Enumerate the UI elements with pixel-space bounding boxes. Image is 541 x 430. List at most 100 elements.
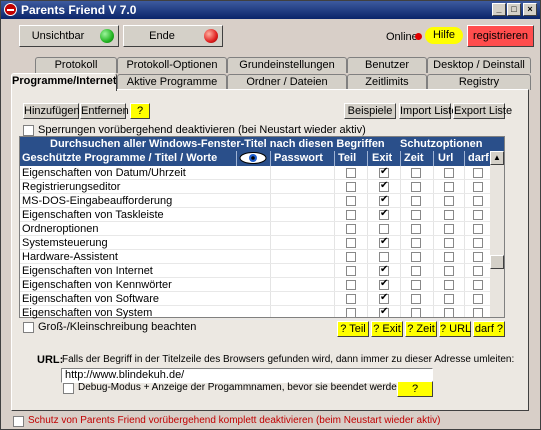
tab-protokoll-optionen[interactable]: Protokoll-Optionen (117, 57, 227, 73)
row-teil-checkbox[interactable] (346, 238, 356, 248)
help-darf-button[interactable]: darf ? (473, 321, 505, 337)
table-row[interactable]: Eigenschaften von Internet (20, 264, 490, 278)
row-url-checkbox[interactable] (444, 224, 454, 234)
column-header-teil[interactable]: Teil (338, 152, 356, 164)
schutz-deaktivieren-checkbox[interactable] (13, 416, 24, 427)
scroll-thumb[interactable] (490, 255, 504, 269)
row-url-checkbox[interactable] (444, 252, 454, 262)
row-zeit-checkbox[interactable] (411, 224, 421, 234)
row-zeit-checkbox[interactable] (411, 210, 421, 220)
help-url-button[interactable]: ? URL (439, 321, 471, 337)
column-header-darf[interactable]: darf (468, 152, 489, 164)
hilfe-button[interactable]: Hilfe (425, 27, 463, 44)
row-url-checkbox[interactable] (444, 168, 454, 178)
row-url-checkbox[interactable] (444, 196, 454, 206)
row-exit-checkbox[interactable] (379, 194, 389, 206)
row-zeit-checkbox[interactable] (411, 182, 421, 192)
column-header-exit[interactable]: Exit (372, 152, 392, 164)
tab-ordner-dateien[interactable]: Ordner / Dateien (227, 74, 347, 90)
table-row[interactable]: Eigenschaften von Software (20, 292, 490, 306)
tab-programme-internet[interactable]: Programme/Internet (11, 73, 117, 91)
table-row[interactable]: MS-DOS-Eingabeaufforderung (20, 194, 490, 208)
row-darf-checkbox[interactable] (473, 224, 483, 234)
row-teil-checkbox[interactable] (346, 168, 356, 178)
ende-button[interactable]: Ende (123, 25, 223, 47)
column-header-zeit[interactable]: Zeit (404, 152, 424, 164)
row-zeit-checkbox[interactable] (411, 196, 421, 206)
row-teil-checkbox[interactable] (346, 224, 356, 234)
tab-protokoll[interactable]: Protokoll (35, 57, 117, 73)
row-darf-checkbox[interactable] (473, 182, 483, 192)
gross-klein-checkbox[interactable] (23, 322, 34, 333)
row-teil-checkbox[interactable] (346, 294, 356, 304)
row-url-checkbox[interactable] (444, 210, 454, 220)
beispiele-button[interactable]: Beispiele (344, 103, 396, 119)
column-header-passwort[interactable]: Passwort (274, 152, 323, 164)
row-exit-checkbox[interactable] (379, 292, 389, 304)
entfernen-button[interactable]: Entfernen (80, 103, 129, 119)
row-darf-checkbox[interactable] (473, 168, 483, 178)
table-row[interactable]: Hardware-Assistent (20, 250, 490, 264)
tab-benutzer[interactable]: Benutzer (347, 57, 427, 73)
row-exit-checkbox[interactable] (379, 278, 389, 290)
row-exit-checkbox[interactable] (379, 236, 389, 248)
table-row[interactable]: Registrierungseditor (20, 180, 490, 194)
help-exit-button[interactable]: ? Exit (371, 321, 403, 337)
help-zeit-button[interactable]: ? Zeit (405, 321, 437, 337)
row-exit-checkbox[interactable] (379, 306, 389, 318)
registrieren-button[interactable]: registrieren (467, 25, 534, 47)
table-row[interactable]: Eigenschaften von System (20, 306, 490, 320)
row-zeit-checkbox[interactable] (411, 238, 421, 248)
row-url-checkbox[interactable] (444, 308, 454, 318)
table-row[interactable]: Eigenschaften von Datum/Uhrzeit (20, 166, 490, 180)
row-url-checkbox[interactable] (444, 182, 454, 192)
help-button[interactable]: ? (130, 103, 150, 119)
row-teil-checkbox[interactable] (346, 252, 356, 262)
column-header-programs[interactable]: Geschützte Programme / Titel / Worte (22, 152, 217, 164)
row-darf-checkbox[interactable] (473, 238, 483, 248)
hinzufuegen-button[interactable]: Hinzufügen (23, 103, 80, 119)
row-darf-checkbox[interactable] (473, 266, 483, 276)
unsichtbar-button[interactable]: Unsichtbar (19, 25, 119, 47)
url-input[interactable]: http://www.blindekuh.de/ (61, 368, 433, 383)
scroll-up-icon[interactable]: ▲ (490, 151, 504, 165)
vertical-scrollbar[interactable]: ▲ (490, 151, 504, 317)
row-exit-checkbox[interactable] (379, 166, 389, 178)
row-url-checkbox[interactable] (444, 266, 454, 276)
url-help-button[interactable]: ? (397, 381, 433, 397)
table-row[interactable]: Systemsteuerung (20, 236, 490, 250)
tab-registry[interactable]: Registry (427, 74, 531, 90)
tab-aktive-programme[interactable]: Aktive Programme (117, 74, 227, 90)
table-row[interactable]: Ordneroptionen (20, 222, 490, 236)
debug-checkbox[interactable] (63, 383, 74, 394)
row-darf-checkbox[interactable] (473, 196, 483, 206)
row-darf-checkbox[interactable] (473, 210, 483, 220)
row-zeit-checkbox[interactable] (411, 252, 421, 262)
maximize-icon[interactable]: □ (507, 3, 521, 16)
row-zeit-checkbox[interactable] (411, 294, 421, 304)
row-darf-checkbox[interactable] (473, 308, 483, 318)
tab-grundeinstellungen[interactable]: Grundeinstellungen (227, 57, 347, 73)
row-darf-checkbox[interactable] (473, 294, 483, 304)
row-teil-checkbox[interactable] (346, 210, 356, 220)
row-exit-checkbox[interactable] (379, 252, 389, 262)
row-zeit-checkbox[interactable] (411, 266, 421, 276)
row-darf-checkbox[interactable] (473, 252, 483, 262)
column-header-url[interactable]: Url (438, 152, 453, 164)
row-teil-checkbox[interactable] (346, 308, 356, 318)
close-icon[interactable]: × (523, 3, 537, 16)
row-teil-checkbox[interactable] (346, 182, 356, 192)
row-teil-checkbox[interactable] (346, 266, 356, 276)
tab-zeitlimits[interactable]: Zeitlimits (347, 74, 427, 90)
row-exit-checkbox[interactable] (379, 208, 389, 220)
table-row[interactable]: Eigenschaften von Taskleiste (20, 208, 490, 222)
row-zeit-checkbox[interactable] (411, 280, 421, 290)
row-url-checkbox[interactable] (444, 280, 454, 290)
minimize-icon[interactable]: _ (492, 3, 506, 16)
row-zeit-checkbox[interactable] (411, 168, 421, 178)
row-zeit-checkbox[interactable] (411, 308, 421, 318)
row-url-checkbox[interactable] (444, 238, 454, 248)
row-url-checkbox[interactable] (444, 294, 454, 304)
row-darf-checkbox[interactable] (473, 280, 483, 290)
row-teil-checkbox[interactable] (346, 196, 356, 206)
